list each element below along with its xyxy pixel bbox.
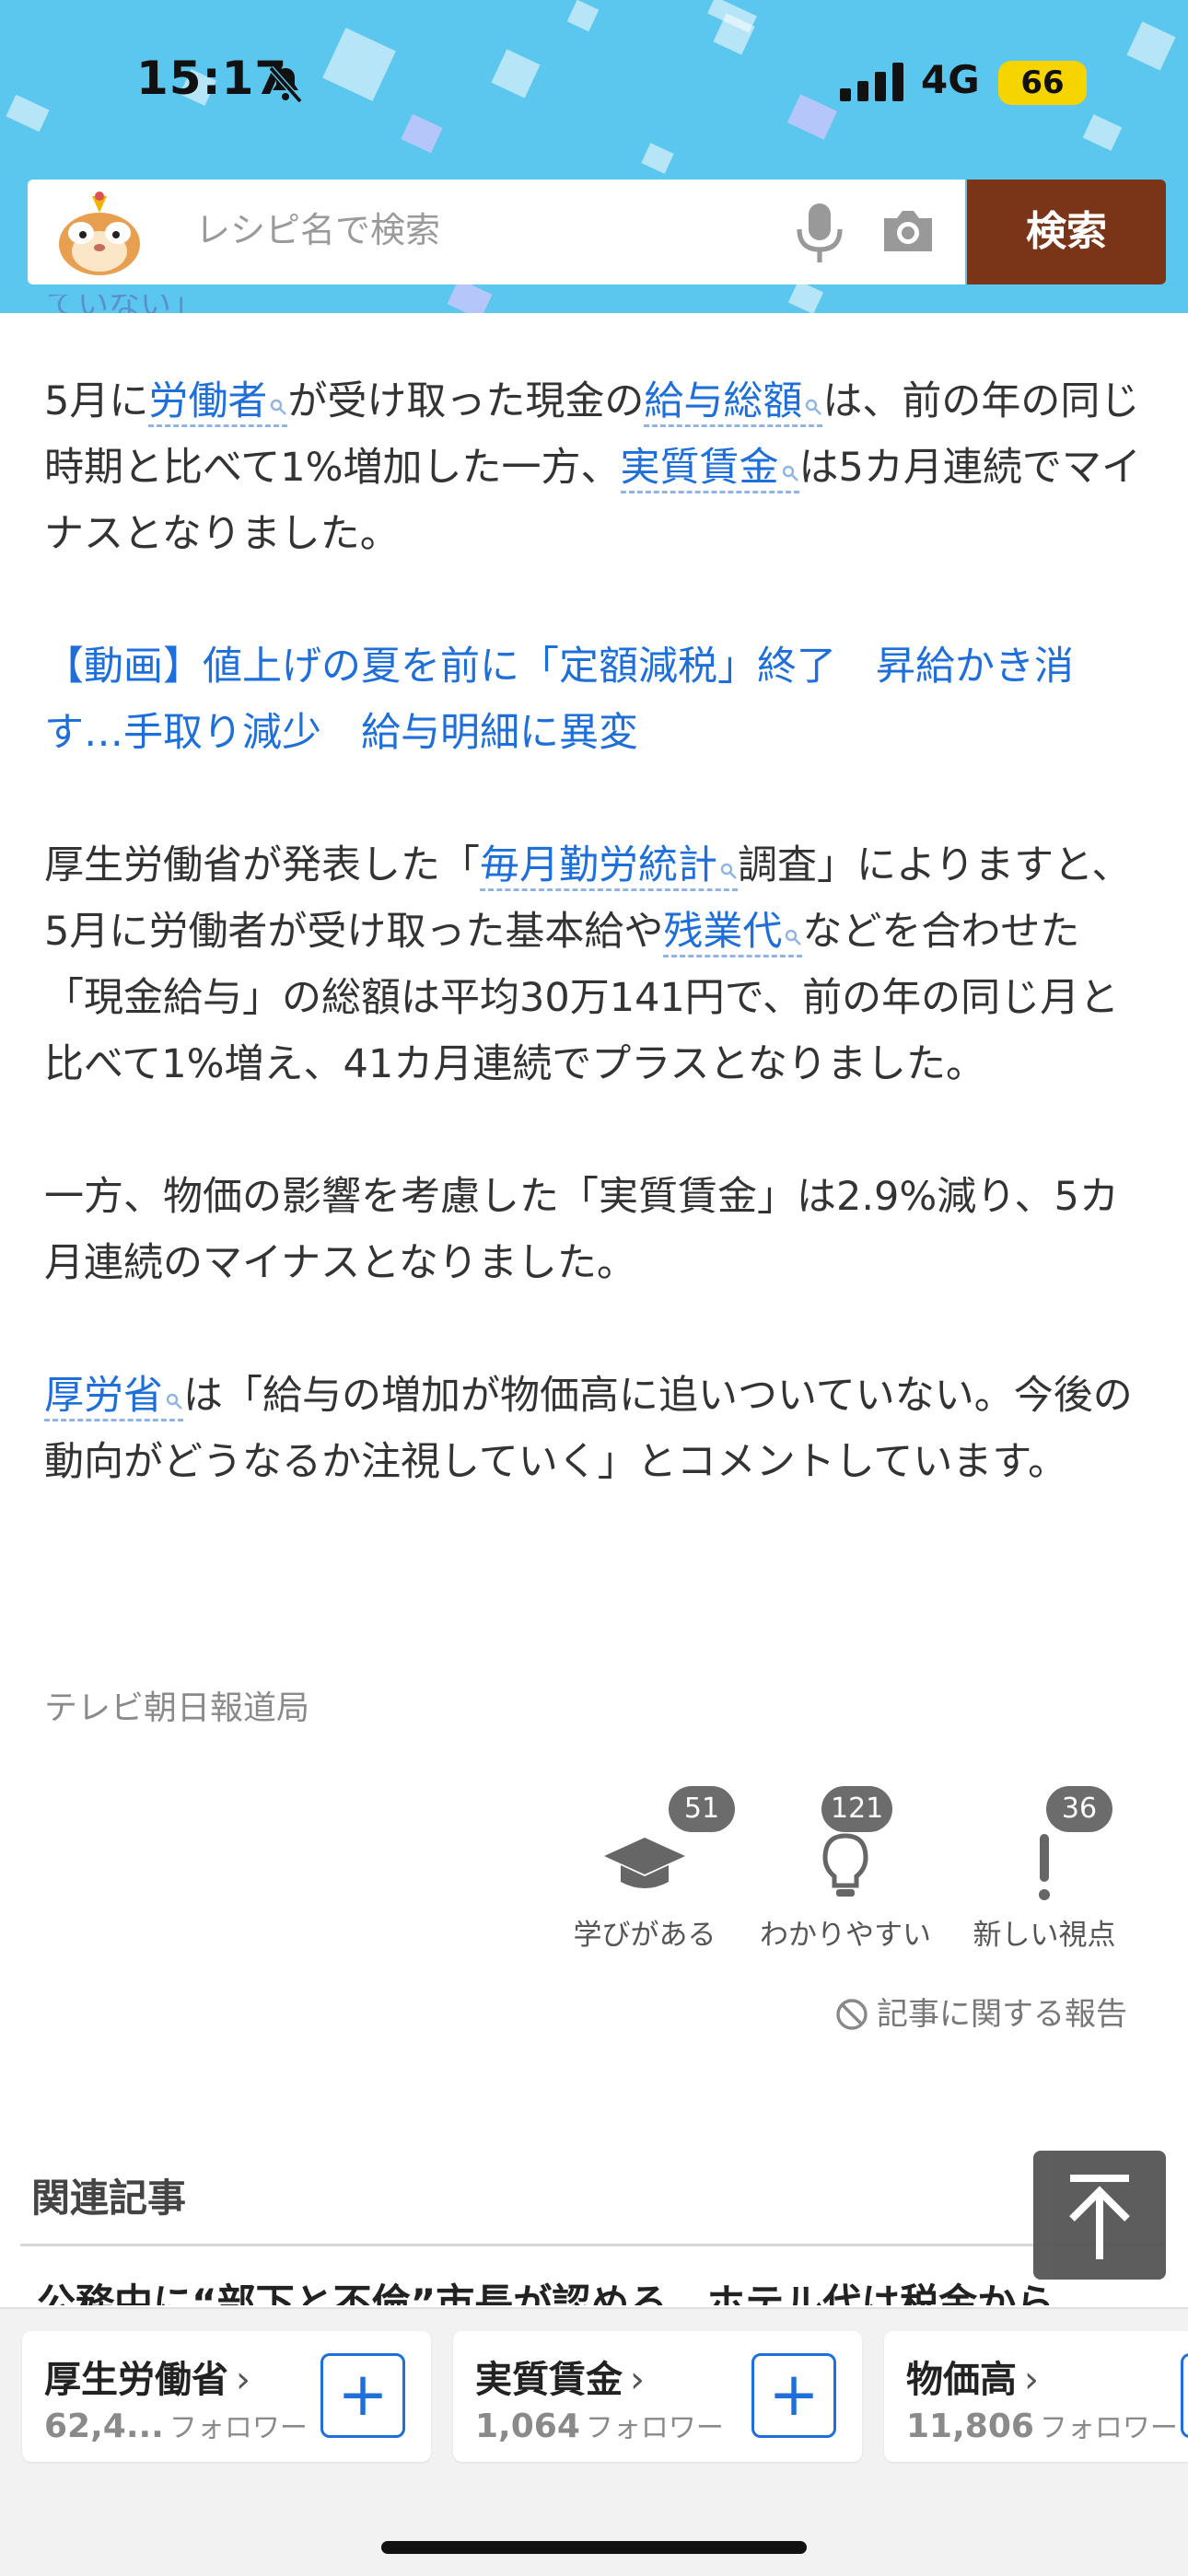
- article-paragraph: 5月に労働者 が受け取った現金の給与総額 は、前の年の同じ時期と比べて1%増加した一…: [44, 368, 1149, 567]
- keyword-label: 給与総額: [644, 378, 803, 424]
- related-articles-heading: 関連記事: [31, 2176, 187, 2221]
- battery-indicator: 66: [998, 61, 1087, 105]
- follower-number: 1,064: [475, 2408, 580, 2445]
- exclamation-icon: [1039, 1834, 1050, 1900]
- status-bar: 15:17 4G 66: [0, 46, 1188, 120]
- topic-name[interactable]: 実質賃金 ›: [475, 2350, 645, 2403]
- follower-count: 62,4... フォロワー: [44, 2405, 308, 2445]
- app-header: 15:17 4G 66 レシピ名で検索 検索 ていない」: [0, 0, 1188, 313]
- reaction-understandable-button[interactable]: 121 わかりやすい: [744, 1786, 947, 1952]
- follower-count: 11,806 フォロワー: [906, 2405, 1178, 2445]
- reaction-new-perspective-button[interactable]: 36 新しい視点: [943, 1786, 1146, 1952]
- confetti-decoration: [1082, 114, 1123, 151]
- report-label: 記事に関する報告: [877, 1996, 1127, 2033]
- graduation-cap-icon: [604, 1838, 685, 1888]
- search-input[interactable]: [193, 202, 786, 259]
- confetti-decoration: [566, 0, 600, 32]
- prohibited-icon: [836, 1999, 868, 2030]
- topic-card[interactable]: 厚生労働省 › 62,4... フォロワー +: [22, 2331, 431, 2462]
- arrow-up-icon: [1069, 2175, 1130, 2259]
- lightbulb-icon: [822, 1833, 868, 1897]
- keyword-link-total-wages[interactable]: 給与総額: [644, 378, 823, 427]
- search-icon: [786, 929, 802, 946]
- topic-follow-bar: 厚生労働省 › 62,4... フォロワー + 実質賃金 › 1,064 フォロワー +…: [0, 2307, 1188, 2576]
- topic-label: 厚生労働省: [44, 2359, 228, 2401]
- video-article-link[interactable]: 【動画】値上げの夏を前に「定額減税」終了 昇給かき消す…手取り減少 給与明細に異…: [44, 633, 1149, 766]
- follower-number: 11,806: [906, 2408, 1034, 2445]
- search-icon: [166, 1393, 182, 1410]
- reaction-count-badge: 36: [1046, 1786, 1112, 1832]
- reaction-label: 新しい視点: [973, 1919, 1116, 1952]
- keyword-label: 残業代: [663, 909, 783, 955]
- article-paragraph: 厚労省 は「給与の増加が物価高に追いついていない。今後の動向がどうなるか注視してい…: [44, 1363, 1149, 1495]
- topic-card[interactable]: 実質賃金 › 1,064 フォロワー +: [453, 2331, 862, 2462]
- chevron-right-icon: ›: [630, 2359, 645, 2401]
- follower-number: 62,4...: [44, 2408, 164, 2445]
- topic-card[interactable]: 物価高 › 11,806 フォロワー: [884, 2331, 1188, 2462]
- text-run: は「給与の増加が物価高に追いついていない。今後の動向がどうなるか注視していく」と…: [44, 1373, 1133, 1485]
- keyword-label: 厚労省: [44, 1373, 163, 1419]
- search-bar: [28, 180, 965, 284]
- text-run: が受け取った現金の: [287, 378, 645, 424]
- keyword-label: 毎月勤労統計: [480, 842, 717, 888]
- article-paragraph: 一方、物価の影響を考慮した「実質賃金」は2.9%減り、5カ月連続のマイナスとなり…: [44, 1174, 1119, 1286]
- keyword-label: 実質賃金: [620, 445, 779, 491]
- follow-plus-button[interactable]: +: [751, 2353, 836, 2438]
- text-run: 5月に: [44, 378, 149, 424]
- reaction-learn-button[interactable]: 51 学びがある: [543, 1786, 746, 1952]
- divider: [20, 2244, 1162, 2246]
- chevron-right-icon: ›: [1024, 2359, 1039, 2401]
- truncated-text: ていない」: [46, 295, 203, 313]
- follow-plus-button[interactable]: +: [320, 2353, 405, 2438]
- article-paragraph: 厚生労働省が発表した「毎月勤労統計 調査」によりますと、5月に労働者が受け取った基…: [44, 832, 1149, 1097]
- microphone-icon[interactable]: [792, 200, 847, 266]
- chevron-right-icon: ›: [236, 2359, 250, 2401]
- follower-unit: フォロワー: [1039, 2412, 1178, 2444]
- topic-name[interactable]: 厚生労働省 ›: [44, 2350, 250, 2403]
- confetti-decoration: [401, 113, 443, 154]
- follower-count: 1,064 フォロワー: [475, 2405, 724, 2445]
- scroll-to-top-button[interactable]: [1033, 2151, 1166, 2280]
- topic-name[interactable]: 物価高 ›: [906, 2350, 1039, 2403]
- bell-muted-icon: [268, 65, 303, 104]
- search-icon: [271, 399, 287, 415]
- keyword-link-overtime-pay[interactable]: 残業代: [663, 909, 803, 957]
- related-article-item[interactable]: 公務中に“部下と不倫”市長が認める ホテル代は税金から: [37, 2272, 1105, 2305]
- follower-unit: フォロワー: [169, 2412, 308, 2444]
- keyword-link-monthly-labour-survey[interactable]: 毎月勤労統計: [480, 842, 738, 891]
- topic-label: 物価高: [906, 2359, 1017, 2401]
- confetti-decoration: [641, 143, 674, 174]
- camera-icon[interactable]: [879, 203, 938, 259]
- cellular-signal-icon: [840, 63, 903, 101]
- keyword-link-real-wages[interactable]: 実質賃金: [620, 445, 799, 493]
- search-icon: [782, 465, 798, 482]
- reaction-count-badge: 121: [821, 1786, 893, 1832]
- reaction-count-badge: 51: [669, 1786, 735, 1832]
- network-type: 4G: [921, 57, 980, 102]
- reaction-label: わかりやすい: [760, 1919, 931, 1952]
- article-source: テレビ朝日報道局: [44, 1689, 310, 1727]
- text-run: 厚生労働省が発表した「: [44, 842, 480, 888]
- follower-unit: フォロワー: [585, 2412, 724, 2444]
- guinea-pig-mascot-icon: [59, 191, 140, 275]
- keyword-label: 労働者: [148, 378, 268, 424]
- article-body: 5月に労働者 が受け取った現金の給与総額 は、前の年の同じ時期と比べて1%増加した一…: [44, 368, 1149, 1495]
- follow-plus-button[interactable]: [1181, 2353, 1188, 2438]
- keyword-link-mhlw[interactable]: 厚労省: [44, 1373, 183, 1421]
- search-button[interactable]: 検索: [967, 180, 1166, 284]
- reaction-label: 学びがある: [573, 1919, 716, 1952]
- search-icon: [720, 863, 737, 879]
- search-icon: [806, 399, 822, 415]
- confetti-decoration: [787, 280, 824, 313]
- keyword-link-workers[interactable]: 労働者: [148, 378, 288, 427]
- topic-label: 実質賃金: [475, 2359, 623, 2401]
- report-article-link[interactable]: 記事に関する報告: [834, 1989, 1127, 2034]
- home-indicator: [381, 2541, 807, 2554]
